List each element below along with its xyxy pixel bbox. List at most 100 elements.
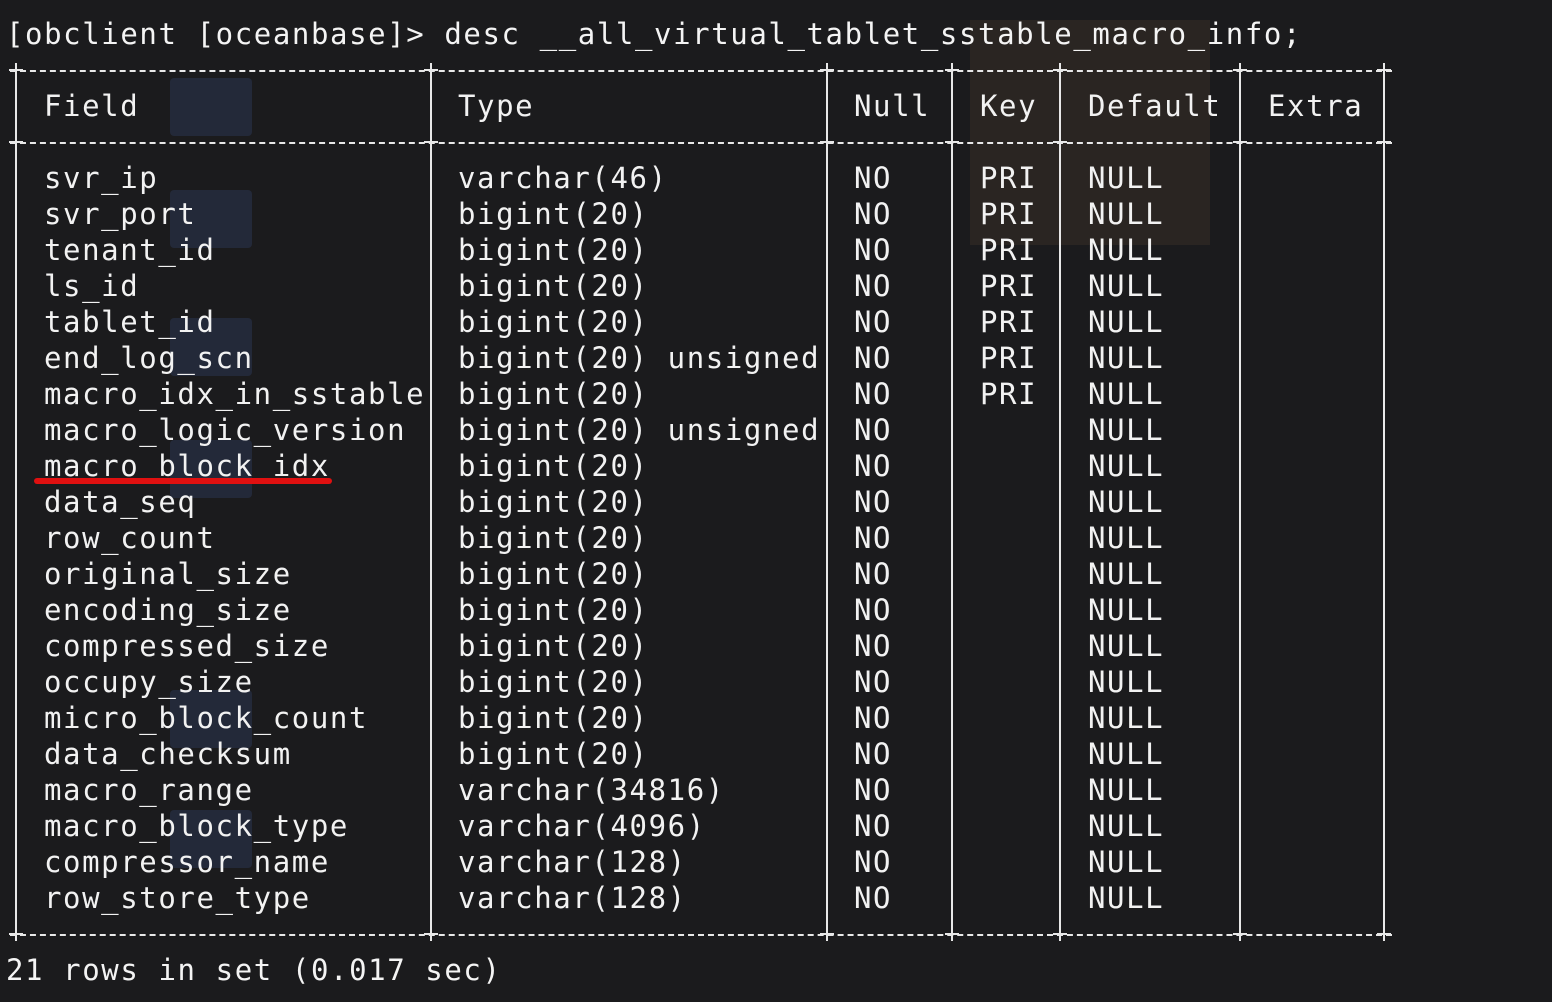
table-cell-type: bigint(20)	[458, 197, 649, 231]
table-cell-default: NULL	[1088, 377, 1165, 411]
table-cell-field: row_count	[44, 521, 216, 555]
table-border-line	[10, 934, 1392, 936]
table-cell-key: PRI	[980, 341, 1038, 375]
table-corner	[945, 927, 959, 941]
table-cell-default: NULL	[1088, 773, 1165, 807]
table-cell-null: NO	[854, 521, 893, 555]
terminal-window[interactable]: [obclient [oceanbase]> desc __all_virtua…	[0, 0, 1552, 1002]
table-cell-null: NO	[854, 485, 893, 519]
table-cell-type: varchar(46)	[458, 161, 668, 195]
table-cell-type: bigint(20)	[458, 629, 649, 663]
table-cell-null: NO	[854, 341, 893, 375]
table-cell-type: bigint(20)	[458, 665, 649, 699]
table-column-divider	[1239, 70, 1241, 934]
table-cell-type: bigint(20) unsigned	[458, 341, 821, 375]
table-column-divider	[826, 70, 828, 934]
table-cell-type: bigint(20)	[458, 449, 649, 483]
table-cell-field: tablet_id	[44, 305, 216, 339]
table-cell-type: bigint(20)	[458, 305, 649, 339]
table-cell-type: bigint(20)	[458, 557, 649, 591]
table-cell-type: bigint(20)	[458, 701, 649, 735]
table-corner	[820, 927, 834, 941]
column-header-default: Default	[1088, 89, 1222, 123]
table-cell-default: NULL	[1088, 449, 1165, 483]
table-cell-default: NULL	[1088, 881, 1165, 915]
table-corner	[424, 135, 438, 149]
table-cell-default: NULL	[1088, 233, 1165, 267]
table-cell-null: NO	[854, 557, 893, 591]
table-column-divider	[951, 70, 953, 934]
table-cell-type: bigint(20)	[458, 233, 649, 267]
table-cell-default: NULL	[1088, 341, 1165, 375]
command-line: [obclient [oceanbase]> desc __all_virtua…	[6, 17, 1303, 51]
column-header-key: Key	[980, 89, 1038, 123]
column-header-null: Null	[854, 89, 931, 123]
table-corner	[9, 135, 23, 149]
table-cell-null: NO	[854, 809, 893, 843]
result-footer: 21 rows in set (0.017 sec)	[6, 953, 502, 987]
table-cell-null: NO	[854, 665, 893, 699]
table-corner	[1233, 63, 1247, 77]
table-corner	[945, 135, 959, 149]
table-cell-type: bigint(20)	[458, 485, 649, 519]
table-cell-null: NO	[854, 377, 893, 411]
column-header-extra: Extra	[1268, 89, 1364, 123]
table-cell-null: NO	[854, 305, 893, 339]
table-border-line	[10, 70, 1392, 72]
table-cell-type: varchar(128)	[458, 845, 687, 879]
table-cell-field: occupy_size	[44, 665, 254, 699]
table-corner	[1053, 135, 1067, 149]
table-cell-null: NO	[854, 629, 893, 663]
table-corner	[1233, 927, 1247, 941]
table-cell-null: NO	[854, 773, 893, 807]
table-cell-null: NO	[854, 701, 893, 735]
table-cell-type: bigint(20)	[458, 377, 649, 411]
table-cell-type: bigint(20)	[458, 521, 649, 555]
table-cell-field: svr_port	[44, 197, 197, 231]
table-cell-type: varchar(4096)	[458, 809, 706, 843]
table-cell-field: ls_id	[44, 269, 140, 303]
table-cell-default: NULL	[1088, 413, 1165, 447]
table-cell-type: bigint(20) unsigned	[458, 413, 821, 447]
table-cell-null: NO	[854, 593, 893, 627]
table-cell-null: NO	[854, 161, 893, 195]
table-cell-null: NO	[854, 269, 893, 303]
table-cell-default: NULL	[1088, 161, 1165, 195]
table-cell-field: compressor_name	[44, 845, 330, 879]
table-cell-field: svr_ip	[44, 161, 159, 195]
table-cell-type: varchar(34816)	[458, 773, 725, 807]
table-corner	[424, 927, 438, 941]
table-cell-key: PRI	[980, 269, 1038, 303]
table-cell-default: NULL	[1088, 557, 1165, 591]
table-cell-key: PRI	[980, 377, 1038, 411]
table-column-divider	[15, 70, 17, 934]
table-column-divider	[1383, 70, 1385, 934]
table-cell-type: varchar(128)	[458, 881, 687, 915]
table-corner	[1377, 135, 1391, 149]
table-cell-field: data_seq	[44, 485, 197, 519]
table-cell-field: macro_range	[44, 773, 254, 807]
column-header-field: Field	[44, 89, 140, 123]
table-cell-default: NULL	[1088, 485, 1165, 519]
table-corner	[820, 63, 834, 77]
table-cell-default: NULL	[1088, 629, 1165, 663]
table-cell-default: NULL	[1088, 737, 1165, 771]
table-cell-null: NO	[854, 845, 893, 879]
table-cell-type: bigint(20)	[458, 593, 649, 627]
table-cell-default: NULL	[1088, 521, 1165, 555]
table-cell-field: original_size	[44, 557, 292, 591]
table-cell-field: row_store_type	[44, 881, 311, 915]
table-cell-field: encoding_size	[44, 593, 292, 627]
table-cell-null: NO	[854, 737, 893, 771]
table-cell-field: end_log_scn	[44, 341, 254, 375]
table-cell-key: PRI	[980, 161, 1038, 195]
column-header-type: Type	[458, 89, 535, 123]
table-cell-key: PRI	[980, 233, 1038, 267]
table-cell-key: PRI	[980, 197, 1038, 231]
table-corner	[1053, 63, 1067, 77]
table-cell-type: bigint(20)	[458, 737, 649, 771]
table-border-line	[10, 142, 1392, 144]
table-cell-field: tenant_id	[44, 233, 216, 267]
table-corner	[820, 135, 834, 149]
table-cell-default: NULL	[1088, 593, 1165, 627]
